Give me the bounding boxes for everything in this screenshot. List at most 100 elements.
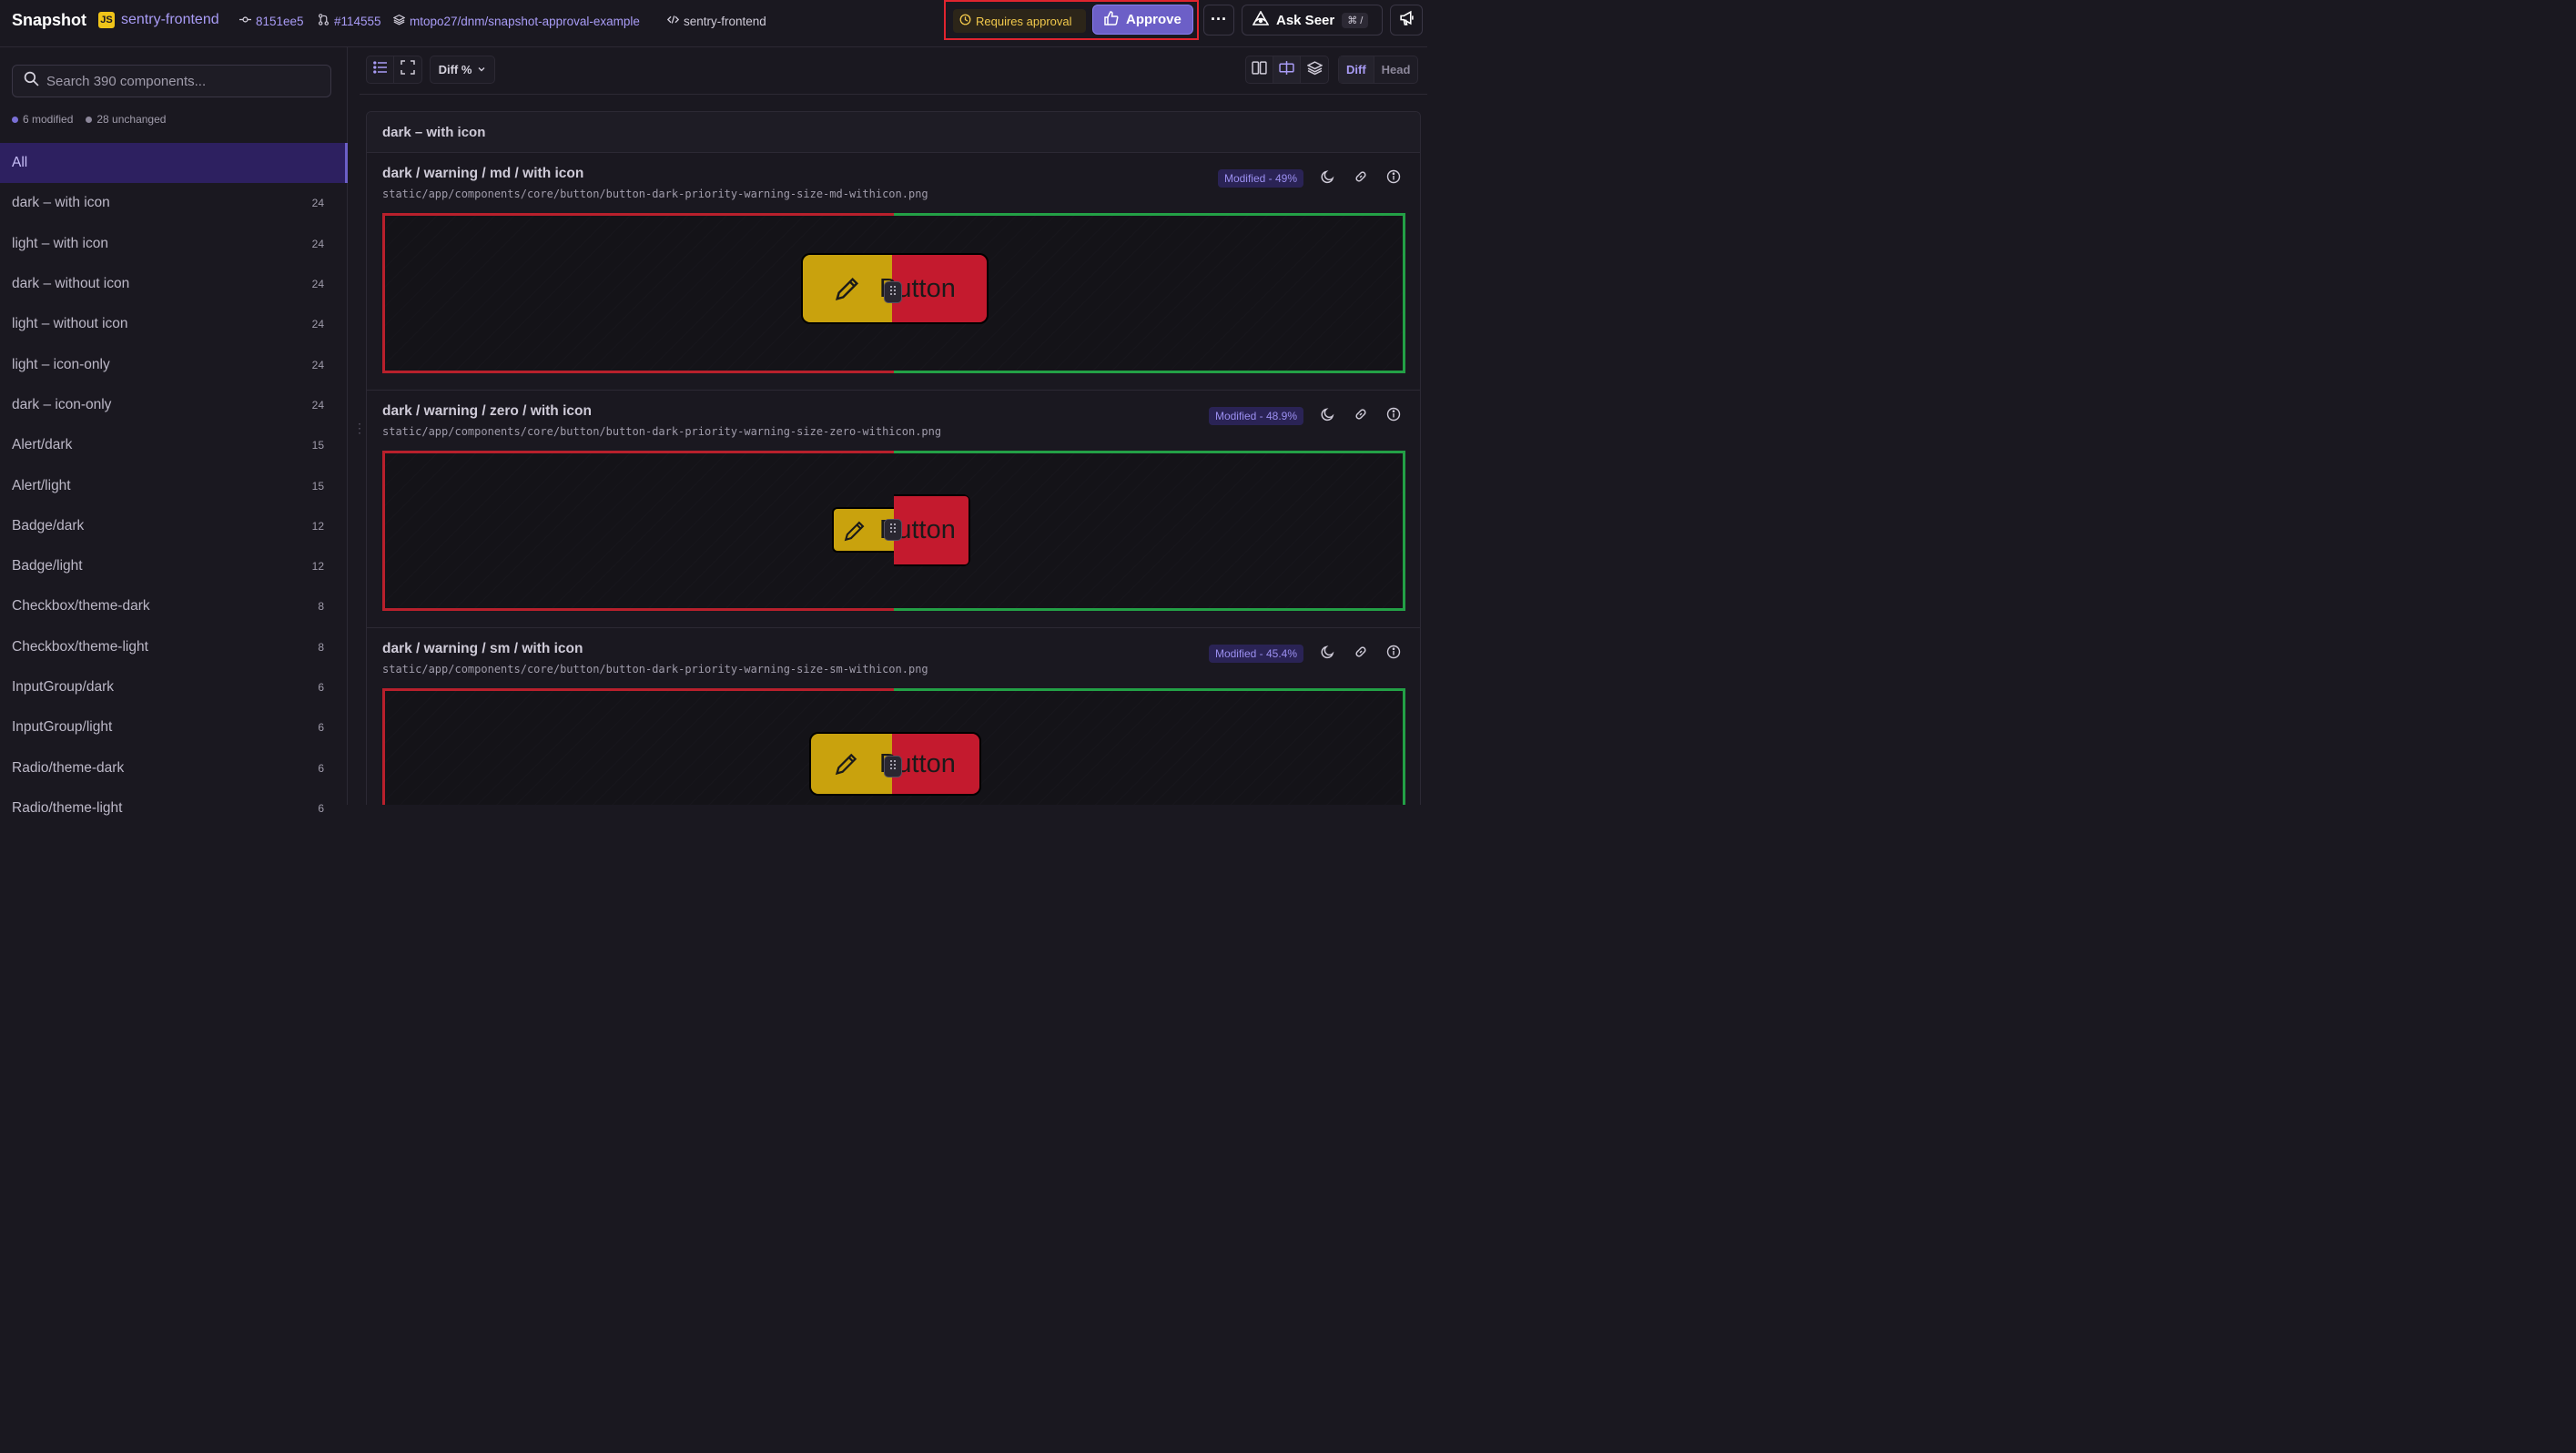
sidebar-item-count: 24 <box>311 398 324 412</box>
split-drag-handle[interactable] <box>884 756 902 777</box>
sidebar-item-badge-light[interactable]: Badge/light 12 <box>0 546 348 586</box>
copy-link-button[interactable] <box>1353 170 1369 187</box>
sidebar-item-dark-icon-only[interactable]: dark – icon-only 24 <box>0 385 348 425</box>
branch-link[interactable]: mtopo27/dnm/snapshot-approval-example <box>392 14 640 28</box>
pencil-icon <box>843 494 867 566</box>
copy-link-button[interactable] <box>1353 408 1369 424</box>
pencil-icon <box>834 734 859 794</box>
head-view-button[interactable]: Head <box>1373 56 1418 83</box>
sidebar-item-count: 24 <box>311 358 324 371</box>
sidebar-item-checkbox-dark[interactable]: Checkbox/theme-dark 8 <box>0 586 348 626</box>
link-icon <box>1354 407 1368 426</box>
expand-icon <box>401 60 415 79</box>
snapshot-path: static/app/components/core/button/button… <box>382 425 942 438</box>
fullscreen-button[interactable] <box>394 56 421 83</box>
diff-head-toggle: Diff Head <box>1338 56 1419 84</box>
sidebar-item-label: Radio/theme-dark <box>12 759 125 776</box>
theme-toggle-button[interactable] <box>1320 407 1336 424</box>
snapshot-title: dark / warning / md / with icon <box>382 166 584 181</box>
theme-toggle-button[interactable] <box>1320 645 1336 662</box>
split-drag-handle[interactable] <box>884 281 902 303</box>
modified-stat: 6 modified <box>12 113 73 126</box>
approve-button[interactable]: Approve <box>1092 5 1193 35</box>
sidebar-item-label: dark – icon-only <box>12 396 112 412</box>
snapshot-card: dark / warning / sm / with icon static/a… <box>367 628 1420 805</box>
thumbs-up-icon <box>1104 10 1119 29</box>
ask-seer-button[interactable]: Ask Seer ⌘ / <box>1242 5 1383 36</box>
copy-link-button[interactable] <box>1353 645 1369 662</box>
info-button[interactable] <box>1385 407 1402 424</box>
commit-icon <box>239 14 251 28</box>
sidebar-item-label: Alert/dark <box>12 437 73 453</box>
snapshot-toolbar: Diff % Diff Head <box>360 47 1427 95</box>
project-platform-badge: JS <box>98 12 115 28</box>
diff-view-button[interactable]: Diff <box>1339 56 1374 83</box>
sidebar-item-inputgroup-light[interactable]: InputGroup/light 6 <box>0 707 348 747</box>
requires-approval-badge: Requires approval <box>953 9 1086 33</box>
sidebar-item-label: light – icon-only <box>12 356 110 372</box>
search-input[interactable] <box>46 73 319 89</box>
sidebar-item-light-with-icon[interactable]: light – with icon 24 <box>0 224 348 264</box>
unchanged-stat: 28 unchanged <box>86 113 166 126</box>
info-button[interactable] <box>1385 169 1402 188</box>
sidebar-item-checkbox-light[interactable]: Checkbox/theme-light 8 <box>0 627 348 667</box>
component-search[interactable] <box>12 65 331 97</box>
sidebar-item-count: 24 <box>311 318 324 331</box>
sidebar-item-label: Alert/light <box>12 477 71 493</box>
announcements-button[interactable] <box>1390 5 1423 36</box>
list-view-button[interactable] <box>367 56 394 83</box>
approve-label: Approve <box>1126 12 1182 27</box>
side-by-side-button[interactable] <box>1246 56 1273 83</box>
clock-warning-icon <box>959 14 971 28</box>
info-button[interactable] <box>1385 645 1402 662</box>
top-header: Snapshot JS sentry-frontend 8151ee5 #114… <box>0 0 1427 47</box>
sidebar-item-label: light – without icon <box>12 316 128 332</box>
sidebar-item-count: 6 <box>318 801 324 815</box>
sidebar-item-radio-light[interactable]: Radio/theme-light 6 <box>0 788 348 828</box>
sidebar-item-radio-dark[interactable]: Radio/theme-dark 6 <box>0 747 348 787</box>
pull-request-number: #114555 <box>334 14 381 28</box>
snapshot-actions: Modified - 45.4% <box>1208 645 1402 663</box>
snapshot-actions: Modified - 48.9% <box>1208 407 1402 425</box>
sidebar-item-dark-with-icon[interactable]: dark – with icon 24 <box>0 183 348 223</box>
sidebar-item-label: dark – without icon <box>12 276 130 292</box>
split-drag-handle[interactable] <box>884 519 902 541</box>
sidebar-resize-handle[interactable]: ⋮ <box>353 421 366 436</box>
overlay-button[interactable] <box>1301 56 1328 83</box>
list-icon <box>372 60 388 79</box>
sidebar-item-count: 6 <box>318 761 324 775</box>
sidebar-item-alert-dark[interactable]: Alert/dark 15 <box>0 425 348 465</box>
sidebar-item-label: Checkbox/theme-light <box>12 638 148 655</box>
modified-badge: Modified - 45.4% <box>1208 645 1303 663</box>
pull-request-icon <box>318 14 330 28</box>
sidebar-item-count: 8 <box>318 600 324 614</box>
diff-percent-select[interactable]: Diff % <box>430 56 495 84</box>
more-actions-button[interactable]: ··· <box>1203 5 1234 36</box>
sidebar-item-light-without-icon[interactable]: light – without icon 24 <box>0 304 348 344</box>
sidebar-item-label: Radio/theme-light <box>12 799 123 816</box>
sidebar-item-label: Checkbox/theme-dark <box>12 598 150 615</box>
sidebar-item-alert-light[interactable]: Alert/light 15 <box>0 465 348 505</box>
sidebar-item-light-icon-only[interactable]: light – icon-only 24 <box>0 344 348 384</box>
group-title: dark – with icon <box>367 112 1420 153</box>
commit-link[interactable]: 8151ee5 <box>239 14 304 28</box>
sidebar-item-inputgroup-dark[interactable]: InputGroup/dark 6 <box>0 667 348 707</box>
split-slider-button[interactable] <box>1273 56 1301 83</box>
layers-icon <box>392 14 406 28</box>
sidebar-item-badge-dark[interactable]: Badge/dark 12 <box>0 506 348 546</box>
unchanged-dot <box>86 116 93 123</box>
pull-request-link[interactable]: #114555 <box>318 14 381 28</box>
app-id-text: sentry-frontend <box>684 14 766 28</box>
snapshot-card: dark / warning / md / with icon static/a… <box>367 153 1420 391</box>
sidebar-item-all[interactable]: All <box>0 143 348 184</box>
snapshot-path: static/app/components/core/button/button… <box>382 188 928 200</box>
modified-badge: Modified - 49% <box>1217 169 1303 188</box>
sidebar-item-count: 12 <box>311 560 324 574</box>
project-name-link[interactable]: sentry-frontend <box>121 12 219 28</box>
split-compare-icon <box>1279 60 1294 80</box>
theme-toggle-button[interactable] <box>1320 169 1336 187</box>
drag-handle-icon <box>888 758 898 775</box>
search-icon <box>24 71 39 91</box>
sidebar-item-dark-without-icon[interactable]: dark – without icon 24 <box>0 264 348 304</box>
info-icon <box>1386 169 1401 188</box>
